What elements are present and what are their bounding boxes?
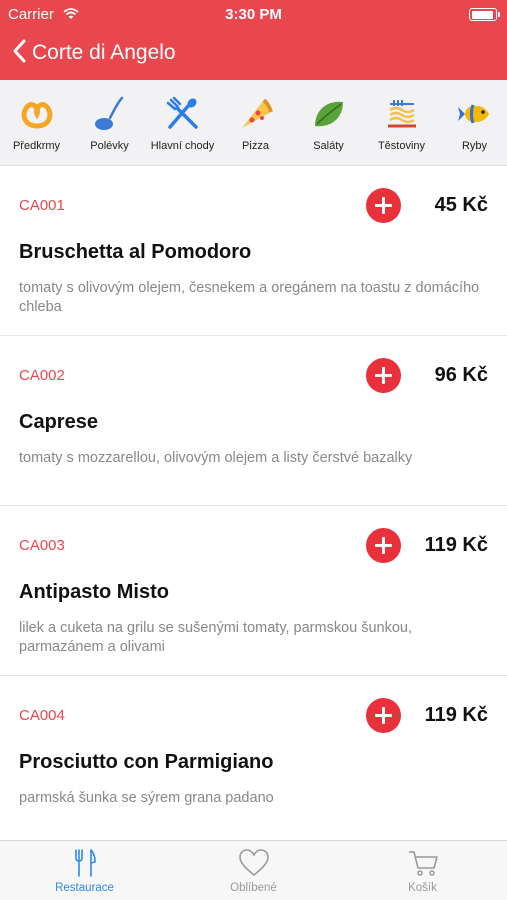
category-label: Předkrmy — [12, 140, 61, 152]
item-code: CA004 — [19, 707, 65, 724]
menu-list[interactable]: CA001 45 Kč Bruschetta al Pomodoro tomat… — [0, 166, 507, 840]
item-name: Prosciutto con Parmigiano — [19, 751, 274, 773]
chevron-left-icon — [12, 39, 26, 68]
app-screen: Carrier 3:30 PM Corte di Angelo Předkrmy… — [0, 0, 507, 900]
tab-label: Košík — [408, 882, 437, 894]
spaghetti-fork-icon — [365, 96, 438, 132]
status-time: 3:30 PM — [225, 6, 282, 23]
battery-icon — [469, 8, 500, 21]
add-to-cart-button[interactable] — [366, 698, 401, 733]
category-salaty[interactable]: Saláty — [292, 80, 365, 166]
item-price: 45 Kč — [434, 194, 488, 216]
add-to-cart-button[interactable] — [366, 358, 401, 393]
category-ryby[interactable]: Ryby — [438, 80, 507, 166]
restaurant-title: Corte di Angelo — [32, 41, 176, 64]
fork-spoon-icon — [146, 96, 219, 132]
add-to-cart-button[interactable] — [366, 528, 401, 563]
item-description: tomaty s olivovým olejem, česnekem a ore… — [19, 280, 480, 315]
tab-label: Oblíbené — [230, 882, 277, 894]
item-price: 119 Kč — [424, 704, 488, 726]
item-description: lilek a cuketa na grilu se sušenými toma… — [19, 620, 413, 655]
navigation-header: Carrier 3:30 PM Corte di Angelo — [0, 0, 507, 80]
category-bar: Předkrmy Polévky Hlavní chody Pizza Salá… — [0, 80, 507, 166]
item-description: tomaty s mozzarellou, olivovým olejem a … — [19, 450, 413, 466]
item-name: Caprese — [19, 411, 98, 433]
ladle-icon — [73, 96, 146, 132]
status-bar: Carrier 3:30 PM — [0, 0, 507, 28]
category-polevky[interactable]: Polévky — [73, 80, 146, 166]
menu-item[interactable]: CA004 119 Kč Prosciutto con Parmigiano p… — [0, 676, 507, 840]
tab-kosik[interactable]: Košík — [338, 841, 507, 900]
lettuce-leaf-icon — [292, 96, 365, 132]
tab-bar: Restaurace Oblíbené Košík — [0, 840, 507, 900]
category-testoviny[interactable]: Těstoviny — [365, 80, 438, 166]
menu-item[interactable]: CA003 119 Kč Antipasto Misto lilek a cuk… — [0, 506, 507, 676]
category-label: Hlavní chody — [150, 140, 215, 152]
category-label: Polévky — [90, 140, 129, 152]
category-predkrmy[interactable]: Předkrmy — [0, 80, 73, 166]
add-to-cart-button[interactable] — [366, 188, 401, 223]
cart-icon — [338, 848, 507, 878]
item-name: Antipasto Misto — [19, 581, 169, 603]
heart-icon — [169, 848, 338, 878]
item-description: parmská šunka se sýrem grana padano — [19, 790, 274, 806]
category-label: Ryby — [461, 140, 488, 152]
category-label: Těstoviny — [377, 140, 426, 152]
item-code: CA002 — [19, 367, 65, 384]
category-label: Pizza — [242, 140, 269, 152]
category-label: Saláty — [313, 140, 344, 152]
fork-knife-icon — [0, 848, 169, 878]
category-pizza[interactable]: Pizza — [219, 80, 292, 166]
tab-restaurace[interactable]: Restaurace — [0, 841, 169, 900]
tab-oblibene[interactable]: Oblíbené — [169, 841, 338, 900]
item-name: Bruschetta al Pomodoro — [19, 241, 252, 263]
pizza-slice-icon — [219, 96, 292, 132]
back-button[interactable]: Corte di Angelo — [12, 38, 176, 68]
item-price: 119 Kč — [424, 534, 488, 556]
tab-label: Restaurace — [55, 882, 114, 894]
category-hlavni-chody[interactable]: Hlavní chody — [146, 80, 219, 166]
item-price: 96 Kč — [434, 364, 488, 386]
menu-item[interactable]: CA001 45 Kč Bruschetta al Pomodoro tomat… — [0, 166, 507, 336]
menu-item[interactable]: CA002 96 Kč Caprese tomaty s mozzarellou… — [0, 336, 507, 506]
item-code: CA003 — [19, 537, 65, 554]
item-code: CA001 — [19, 197, 65, 214]
pretzel-icon — [0, 96, 73, 132]
fish-icon — [438, 96, 507, 132]
